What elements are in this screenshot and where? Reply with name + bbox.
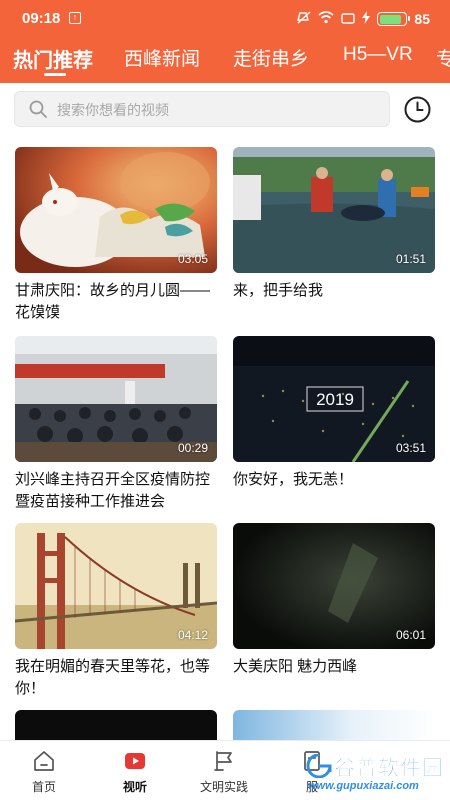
video-title[interactable]: 来，把手给我 <box>233 280 435 302</box>
tab-h5-vr[interactable]: H5—VR <box>343 44 413 66</box>
video-card[interactable]: 06:01 大美庆阳 魅力西峰 <box>233 523 435 678</box>
video-thumbnail[interactable]: 06:01 <box>233 523 435 649</box>
video-duration: 03:51 <box>395 441 426 455</box>
watermark-logo-icon <box>306 754 332 778</box>
search-input[interactable] <box>57 100 377 120</box>
video-card[interactable] <box>15 710 217 740</box>
video-duration: 06:01 <box>395 628 426 642</box>
video-card[interactable]: 03:05 甘肃庆阳：故乡的月儿圆——花馍馍 <box>15 147 217 324</box>
video-thumbnail[interactable]: 03:05 <box>15 147 217 273</box>
tab-street-village[interactable]: 走街串乡 <box>233 44 309 71</box>
video-thumbnail[interactable]: 04:12 <box>15 523 217 649</box>
battery-percent: 85 <box>414 11 430 27</box>
video-thumbnail[interactable] <box>15 710 217 740</box>
video-card[interactable]: 00:29 刘兴峰主持召开全区疫情防控暨疫苗接种工作推进会 <box>15 336 217 513</box>
upload-icon: ↑ <box>69 12 81 24</box>
charging-icon <box>362 11 371 27</box>
video-overlay-year: 2019 <box>316 390 354 409</box>
video-card[interactable] <box>233 710 435 740</box>
nav-video[interactable]: 视听 <box>95 749 175 795</box>
video-duration: 01:51 <box>395 252 426 266</box>
watermark-site-url: www.gupuxiazai.com <box>308 780 419 792</box>
video-card[interactable]: 2019 03:51 你安好，我无恙！ <box>233 336 435 491</box>
mute-icon <box>297 10 311 28</box>
nav-civilization-label: 文明实践 <box>199 780 248 794</box>
active-tab-indicator <box>44 73 66 76</box>
video-duration: 04:12 <box>177 628 208 642</box>
video-duration: 00:29 <box>177 441 208 455</box>
nav-home-label: 首页 <box>31 780 56 794</box>
video-title[interactable]: 甘肃庆阳：故乡的月儿圆——花馍馍 <box>15 280 217 324</box>
video-card[interactable]: 01:51 来，把手给我 <box>233 147 435 302</box>
video-thumbnail[interactable] <box>233 710 435 740</box>
tab-hot-recommend[interactable]: 热门推荐 <box>13 44 93 73</box>
tab-xifeng-news[interactable]: 西峰新闻 <box>124 44 200 71</box>
battery-icon <box>377 12 411 26</box>
status-bar: 09:18 ↑ 85 <box>0 0 450 38</box>
nav-home[interactable]: 首页 <box>4 749 84 795</box>
history-clock-icon[interactable] <box>403 95 432 124</box>
video-duration: 03:05 <box>177 252 208 266</box>
site-watermark: 谷普软件园 www.gupuxiazai.com <box>306 752 444 796</box>
watermark-site-name: 谷普软件园 <box>334 757 444 781</box>
nav-civilization-practice[interactable]: 文明实践 <box>184 749 264 795</box>
sim-icon <box>341 12 356 27</box>
video-thumbnail[interactable]: 2019 03:51 <box>233 336 435 462</box>
category-tabs: 热门推荐 西峰新闻 走街串乡 H5—VR 专 <box>0 38 450 83</box>
video-title[interactable]: 刘兴峰主持召开全区疫情防控暨疫苗接种工作推进会 <box>15 469 217 513</box>
video-thumbnail[interactable]: 00:29 <box>15 336 217 462</box>
flag-icon <box>214 751 232 771</box>
tab-special[interactable]: 专 <box>436 44 450 71</box>
video-title[interactable]: 你安好，我无恙！ <box>233 469 435 491</box>
status-time: 09:18 <box>22 10 61 27</box>
play-video-icon <box>125 753 145 769</box>
home-icon <box>34 751 54 771</box>
video-title[interactable]: 大美庆阳 魅力西峰 <box>233 656 435 678</box>
battery-level <box>379 14 402 24</box>
nav-video-label: 视听 <box>122 780 147 794</box>
wifi-icon <box>318 11 334 27</box>
video-card[interactable]: 04:12 我在明媚的春天里等花，也等你！ <box>15 523 217 700</box>
video-title[interactable]: 我在明媚的春天里等花，也等你！ <box>15 656 217 700</box>
search-bar[interactable] <box>14 91 390 127</box>
video-thumbnail[interactable]: 01:51 <box>233 147 435 273</box>
search-icon <box>29 100 47 118</box>
